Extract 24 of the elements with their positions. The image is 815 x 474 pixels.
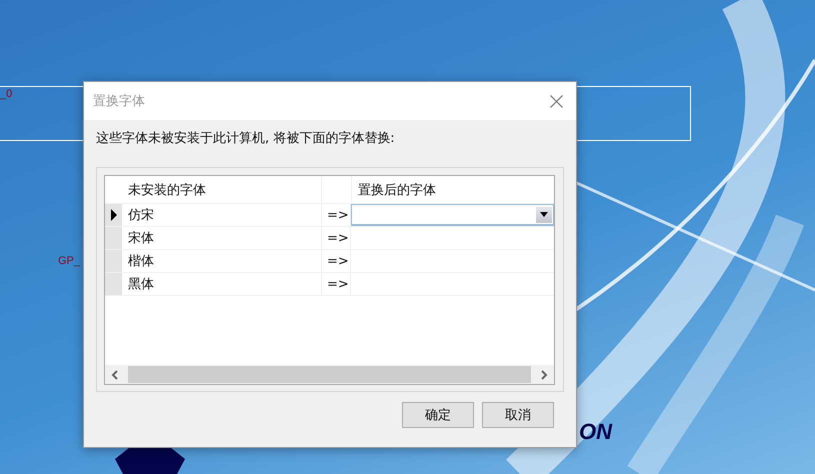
row-header[interactable] — [105, 204, 122, 226]
object-label: _0 — [0, 88, 12, 100]
scrollbar-thumb[interactable] — [128, 366, 531, 383]
column-header: 未安装的字体 — [122, 176, 322, 203]
close-icon[interactable] — [550, 94, 563, 108]
object-label: GP_ — [58, 255, 80, 267]
column-header: 置换后的字体 — [357, 182, 437, 200]
table-cell: => — [322, 204, 351, 226]
table-cell: 楷体 — [122, 250, 322, 272]
scroll-right-icon[interactable] — [540, 370, 548, 380]
table-cell: => — [322, 250, 351, 272]
horizontal-scrollbar[interactable] — [105, 365, 554, 384]
scroll-left-icon[interactable] — [111, 370, 119, 380]
table-cell: => — [322, 273, 351, 295]
table-cell: => — [322, 227, 351, 249]
table-cell: 仿宋 — [122, 204, 322, 226]
table-cell: 黑体 — [122, 273, 322, 295]
dialog-button[interactable]: 确定 — [402, 402, 474, 428]
window-title: 置换字体 — [93, 93, 145, 110]
message-text: 这些字体未被安装于此计算机, 将被下面的字体替换: — [96, 130, 396, 148]
dialog-button[interactable]: 取消 — [482, 402, 554, 428]
table-cell: 宋体 — [122, 227, 322, 249]
row-pointer-icon — [110, 209, 116, 221]
logo-text: ON — [579, 419, 612, 445]
